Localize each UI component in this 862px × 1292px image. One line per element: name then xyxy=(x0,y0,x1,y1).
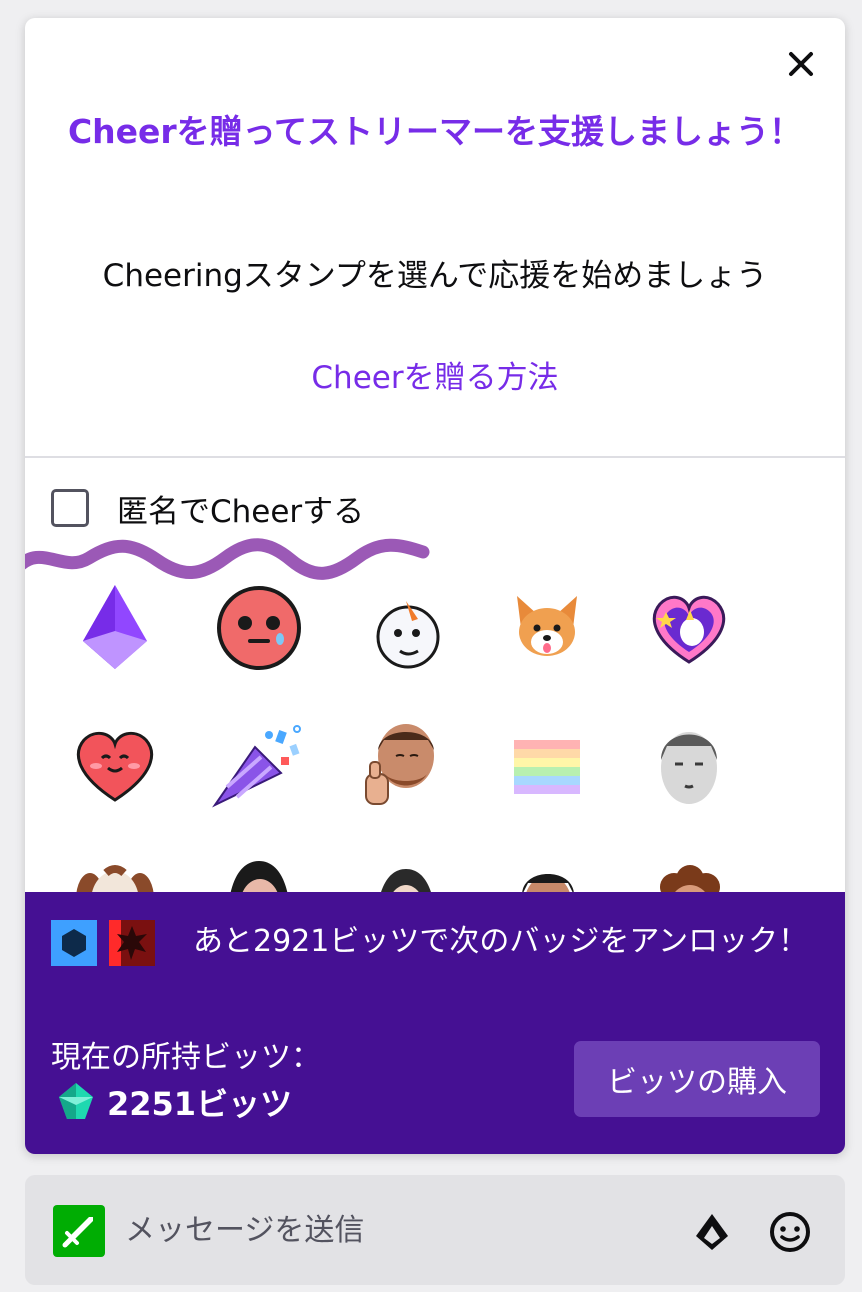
handwritten-underline-annotation xyxy=(25,538,430,580)
emote-unicorn-heart[interactable] xyxy=(639,578,739,678)
chat-input-bar xyxy=(25,1175,845,1285)
next-badge-icon xyxy=(109,920,155,966)
sad-face-icon xyxy=(217,586,301,670)
emote-streamer-face[interactable] xyxy=(639,716,739,816)
bits-info-panel: あと2921ビッツで次のバッジをアンロック！ 現在の所持ビッツ： 2251ビッツ… xyxy=(25,892,845,1154)
popup-title: Cheerを贈ってストリーマーを支援しましょう！ xyxy=(67,112,803,151)
close-button[interactable] xyxy=(783,46,819,82)
close-icon xyxy=(789,52,813,76)
how-to-cheer-link[interactable]: Cheerを贈る方法 xyxy=(45,358,825,398)
thumbs-up-streamer-icon xyxy=(365,724,434,805)
cheer-gem-icon xyxy=(83,585,147,669)
rainbow-flag-icon xyxy=(514,740,580,794)
party-popper-icon xyxy=(212,725,301,808)
emote-picker-button[interactable] xyxy=(765,1207,815,1257)
emote-corgi[interactable] xyxy=(497,578,597,678)
unicorn-heart-icon xyxy=(652,595,726,664)
current-bits-label: 現在の所持ビッツ： xyxy=(51,1040,321,1075)
moderator-sword-icon xyxy=(53,1205,105,1257)
emote-party-popper[interactable] xyxy=(209,716,309,816)
emote-thumbs-up-streamer[interactable] xyxy=(353,716,453,816)
anonymous-cheer-toggle[interactable]: 匿名でCheerする xyxy=(51,488,365,530)
emote-snowman[interactable] xyxy=(355,578,455,678)
cheer-popup: Cheerを贈ってストリーマーを支援しましょう！ Cheeringスタンプを選ん… xyxy=(25,18,845,1154)
bits-button[interactable] xyxy=(689,1209,735,1255)
snowman-icon xyxy=(376,601,440,669)
emote-rainbow-flag[interactable] xyxy=(497,716,597,816)
current-badge-icon xyxy=(51,920,97,966)
buy-bits-button[interactable]: ビッツの購入 xyxy=(574,1041,820,1117)
anonymous-checkbox[interactable] xyxy=(51,489,89,527)
bits-balance-value: 2251ビッツ xyxy=(107,1085,293,1123)
streamer-face-icon xyxy=(661,732,717,804)
badge-unlock-message: あと2921ビッツで次のバッジをアンロック！ xyxy=(193,924,809,959)
corgi-icon xyxy=(517,596,577,656)
bits-gem-icon xyxy=(59,1083,93,1119)
popup-subtitle: Cheeringスタンプを選んで応援を始めましょう xyxy=(102,258,768,294)
anonymous-label: 匿名でCheerする xyxy=(117,493,365,530)
bits-icon xyxy=(696,1214,728,1250)
chat-message-input[interactable] xyxy=(125,1199,665,1261)
divider xyxy=(25,456,845,458)
emote-sad-face[interactable] xyxy=(209,578,309,678)
emote-cheer-gem[interactable] xyxy=(65,578,165,678)
bits-balance: 2251ビッツ xyxy=(55,1080,292,1124)
emote-smiling-heart[interactable] xyxy=(65,716,165,816)
smiley-icon xyxy=(770,1212,810,1252)
smiling-heart-icon xyxy=(76,731,154,802)
